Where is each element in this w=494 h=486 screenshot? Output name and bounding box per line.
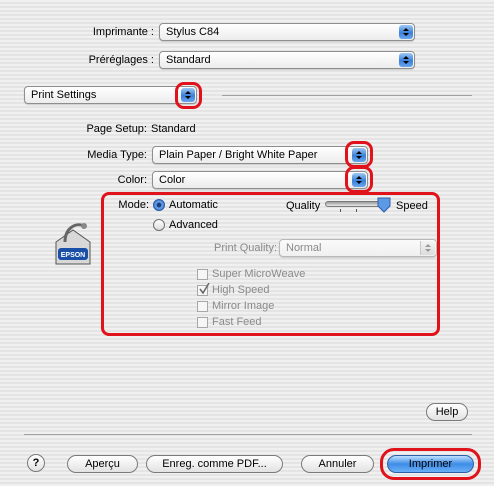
mode-advanced-radio[interactable] <box>153 219 165 231</box>
print-quality-arrows-icon <box>420 241 435 255</box>
presets-popup-arrows-icon <box>399 53 413 67</box>
preview-button[interactable]: Aperçu <box>67 455 138 473</box>
checkmark-icon <box>199 283 210 295</box>
cancel-button[interactable]: Annuler <box>301 455 374 473</box>
print-quality-value: Normal <box>286 242 322 254</box>
help-button[interactable]: Help <box>426 403 468 421</box>
color-label: Color: <box>117 174 147 186</box>
save-pdf-button[interactable]: Enreg. comme PDF... <box>146 455 283 473</box>
mode-automatic-label[interactable]: Automatic <box>169 199 218 211</box>
print-quality-popup: Normal <box>279 239 437 257</box>
mode-label: Mode: <box>118 199 149 211</box>
color-highlight <box>345 166 373 193</box>
mode-group-highlight <box>101 192 440 336</box>
panel-menu-separator <box>222 95 472 96</box>
high-speed-label: High Speed <box>212 284 270 296</box>
printer-popup[interactable]: Stylus C84 <box>159 23 415 41</box>
epson-printer-icon: EPSON <box>55 223 91 265</box>
panel-menu-highlight <box>175 82 202 109</box>
printer-label: Imprimante : <box>92 26 154 38</box>
mode-advanced-label[interactable]: Advanced <box>169 219 218 231</box>
slider-thumb-icon[interactable] <box>377 197 391 213</box>
printer-value: Stylus C84 <box>166 26 220 38</box>
mode-automatic-radio[interactable] <box>153 199 165 211</box>
page-setup-value: Standard <box>151 123 196 135</box>
print-quality-label: Print Quality: <box>214 242 277 254</box>
slider-tick-1 <box>340 209 341 212</box>
mirror-image-label: Mirror Image <box>212 300 275 312</box>
slider-tick-2 <box>356 209 357 212</box>
media-type-value: Plain Paper / Bright White Paper <box>159 149 318 161</box>
quality-speed-slider[interactable] <box>325 197 391 213</box>
high-speed-checkbox[interactable] <box>197 283 210 296</box>
printer-popup-arrows-icon <box>399 25 413 39</box>
media-type-popup[interactable]: Plain Paper / Bright White Paper <box>152 146 368 164</box>
mirror-image-checkbox[interactable] <box>197 301 208 312</box>
fast-feed-label: Fast Feed <box>212 316 262 328</box>
epson-logo-text: EPSON <box>61 252 86 259</box>
footer-separator <box>24 434 472 435</box>
super-microweave-label: Super MicroWeave <box>212 268 306 280</box>
slider-speed-label: Speed <box>396 200 428 212</box>
color-value: Color <box>159 174 186 186</box>
slider-quality-label: Quality <box>286 200 321 212</box>
fast-feed-checkbox[interactable] <box>197 317 208 328</box>
super-microweave-checkbox[interactable] <box>197 269 208 280</box>
color-popup[interactable]: Color <box>152 171 368 189</box>
presets-label: Préréglages : <box>88 54 154 66</box>
media-type-highlight <box>345 141 373 168</box>
panel-menu-value: Print Settings <box>31 89 97 101</box>
presets-value: Standard <box>166 54 211 66</box>
panel-menu-popup[interactable]: Print Settings <box>24 86 197 104</box>
epson-logo: EPSON <box>52 220 94 268</box>
print-button-highlight <box>380 448 481 480</box>
media-type-label: Media Type: <box>87 149 147 161</box>
presets-popup[interactable]: Standard <box>159 51 415 69</box>
page-setup-label: Page Setup: <box>86 123 147 135</box>
question-button[interactable]: ? <box>27 454 45 472</box>
